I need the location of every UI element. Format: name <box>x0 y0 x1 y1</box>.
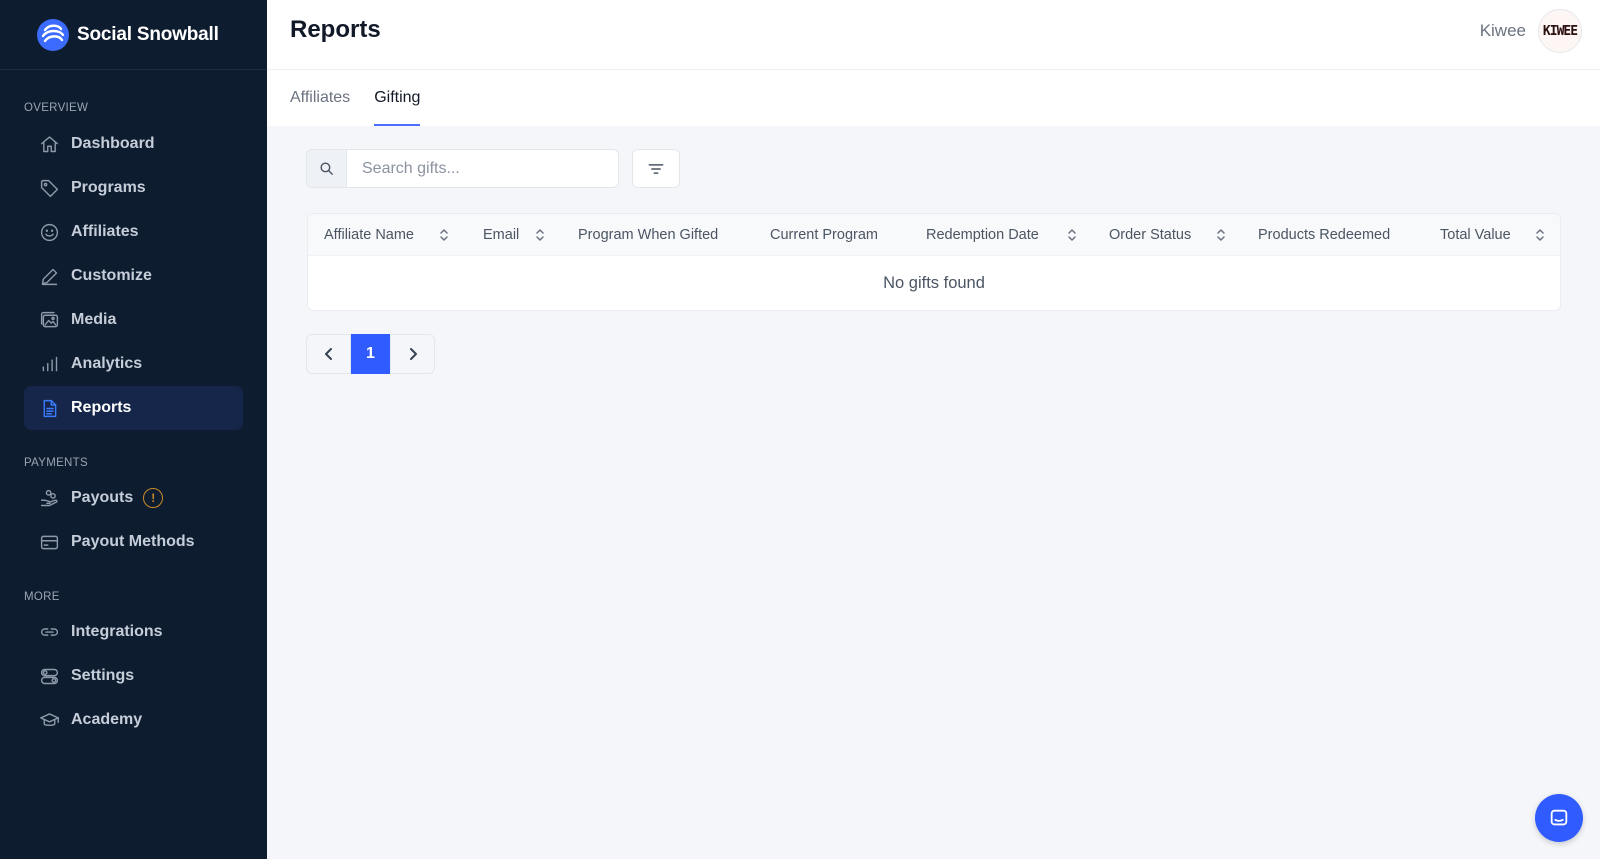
sidebar-item-dashboard[interactable]: Dashboard <box>24 122 243 166</box>
tag-icon <box>38 177 60 199</box>
sidebar-item-label: Affiliates <box>71 223 139 240</box>
sidebar-item-settings[interactable]: Settings <box>24 654 243 698</box>
gifts-table: Affiliate Name Email Program When Gifted… <box>307 213 1561 311</box>
filter-icon <box>648 163 664 174</box>
page-number-button[interactable]: 1 <box>351 334 390 374</box>
pencil-icon <box>38 265 60 287</box>
prev-page-button[interactable] <box>306 334 351 374</box>
next-page-button[interactable] <box>390 334 435 374</box>
home-icon <box>38 133 60 155</box>
sidebar-item-label: Media <box>71 311 117 328</box>
sidebar-item-label: Payout Methods <box>71 533 195 550</box>
table-header: Affiliate Name Email Program When Gifted… <box>308 214 1560 256</box>
sidebar-item-label: Integrations <box>71 623 163 640</box>
chat-button[interactable] <box>1535 794 1583 842</box>
sidebar-item-label: Customize <box>71 267 152 284</box>
snowball-logo-icon <box>37 18 69 51</box>
warning-icon: ! <box>143 488 164 508</box>
empty-state-message: No gifts found <box>883 274 985 292</box>
section-label-overview: OVERVIEW <box>24 102 89 114</box>
sort-icon[interactable] <box>1534 227 1546 243</box>
sidebar-item-label: Settings <box>71 667 135 684</box>
sidebar-item-customize[interactable]: Customize <box>24 254 243 298</box>
link-icon <box>38 621 60 643</box>
sidebar-item-media[interactable]: Media <box>24 298 243 342</box>
section-label-more: MORE <box>24 591 60 603</box>
sidebar-item-label: Payouts <box>71 489 134 506</box>
column-header-affiliate-name[interactable]: Affiliate Name <box>324 214 414 256</box>
report-tabs: Affiliates Gifting <box>267 70 1600 126</box>
column-header-current-program: Current Program <box>770 227 878 243</box>
tab-affiliates[interactable]: Affiliates <box>290 70 350 126</box>
top-header: Reports Kiwee KIWEE <box>267 0 1600 70</box>
sidebar-item-label: Reports <box>71 399 132 416</box>
sort-icon[interactable] <box>1066 227 1078 243</box>
chevron-right-icon <box>409 348 417 360</box>
sidebar-item-affiliates[interactable]: Affiliates <box>24 210 243 254</box>
sidebar: Social Snowball OVERVIEW Dashboard Progr… <box>0 0 267 859</box>
sort-icon[interactable] <box>438 227 450 243</box>
column-header-order-status[interactable]: Order Status <box>1109 214 1191 256</box>
page-title: Reports <box>290 16 381 43</box>
pagination: 1 <box>306 334 435 374</box>
sidebar-item-payouts[interactable]: Payouts ! <box>24 476 243 520</box>
sidebar-item-payout-methods[interactable]: Payout Methods <box>24 520 243 564</box>
images-icon <box>38 309 60 331</box>
toggles-icon <box>38 665 60 687</box>
sidebar-item-reports[interactable]: Reports <box>24 386 243 430</box>
sidebar-item-label: Academy <box>71 711 143 728</box>
sort-icon[interactable] <box>534 227 546 243</box>
chat-icon <box>1550 809 1568 826</box>
sidebar-item-label: Programs <box>71 179 146 196</box>
search-bar <box>306 149 619 188</box>
sidebar-item-label: Dashboard <box>71 135 155 152</box>
sidebar-item-academy[interactable]: Academy <box>24 698 243 742</box>
column-header-email[interactable]: Email <box>483 214 519 256</box>
column-header-products-redeemed: Products Redeemed <box>1258 227 1391 243</box>
section-label-payments: PAYMENTS <box>24 457 88 469</box>
nav-payments: Payouts ! Payout Methods <box>0 476 267 564</box>
brand[interactable]: Social Snowball <box>0 0 267 70</box>
account-name[interactable]: Kiwee <box>1480 21 1526 41</box>
brand-name: Social Snowball <box>77 23 219 45</box>
sidebar-item-programs[interactable]: Programs <box>24 166 243 210</box>
sort-icon[interactable] <box>1215 227 1227 243</box>
filter-button[interactable] <box>632 149 680 188</box>
chevron-left-icon <box>324 348 332 360</box>
search-icon <box>306 149 346 188</box>
credit-card-icon <box>38 531 60 553</box>
bar-chart-icon <box>38 353 60 375</box>
column-header-program-when-gifted: Program When Gifted <box>578 227 719 243</box>
tab-gifting[interactable]: Gifting <box>374 70 421 126</box>
nav-overview: Dashboard Programs Affiliates Customize … <box>0 122 267 430</box>
avatar[interactable]: KIWEE <box>1538 9 1582 53</box>
column-header-total-value[interactable]: Total Value <box>1440 214 1511 256</box>
sidebar-item-analytics[interactable]: Analytics <box>24 342 243 386</box>
nav-more: Integrations Settings Academy <box>0 610 267 742</box>
smiley-icon <box>38 221 60 243</box>
sidebar-item-integrations[interactable]: Integrations <box>24 610 243 654</box>
column-header-redemption-date[interactable]: Redemption Date <box>926 214 1039 256</box>
document-icon <box>38 397 60 419</box>
sidebar-item-label: Analytics <box>71 355 143 372</box>
search-input[interactable] <box>346 149 619 188</box>
graduation-cap-icon <box>38 709 60 731</box>
hand-coins-icon <box>38 487 60 509</box>
